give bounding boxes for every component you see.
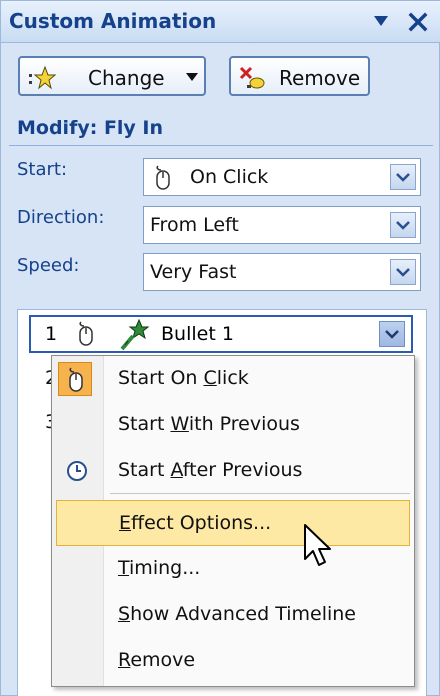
speed-dropdown-button[interactable] [390, 259, 416, 285]
divider [9, 145, 433, 146]
list-item[interactable]: 1 Bullet 1 [29, 315, 413, 353]
menu-item-effect-options[interactable]: Effect Options... [56, 500, 410, 546]
menu-item-accelerator: E [119, 512, 132, 534]
menu-item-label: ffect Options... [131, 512, 272, 534]
pane-menu-arrow-icon[interactable] [373, 15, 389, 27]
menu-item-label: iming... [129, 557, 201, 579]
direction-dropdown-button[interactable] [390, 212, 416, 238]
menu-item-start-on-click[interactable]: Start On Click [52, 356, 414, 402]
custom-animation-pane: Custom Animation Change Remove Modify: F… [0, 0, 440, 696]
chevron-down-icon [396, 173, 410, 182]
menu-item-label: lick [216, 367, 249, 389]
remove-button[interactable]: Remove [229, 56, 370, 96]
menu-item-timing[interactable]: Timing... [52, 546, 414, 592]
menu-item-label: Start [118, 413, 171, 435]
start-value: On Click [190, 166, 269, 188]
remove-effect-icon [239, 66, 265, 89]
menu-item-label: Start On [118, 367, 204, 389]
clock-icon [67, 461, 87, 481]
direction-dropdown[interactable]: From Left [143, 206, 421, 244]
close-icon[interactable] [407, 11, 429, 33]
chevron-down-icon [396, 221, 410, 230]
chevron-down-icon [186, 73, 198, 81]
menu-item-start-after-previous[interactable]: Start After Previous [52, 448, 414, 494]
menu-item-label: Start [118, 459, 171, 481]
change-button-label: Change [88, 66, 165, 90]
menu-item-label: how Advanced Timeline [130, 603, 356, 625]
menu-item-accelerator: T [118, 557, 130, 579]
fly-in-effect-icon [120, 319, 149, 351]
menu-item-label: emove [130, 649, 196, 671]
chevron-down-icon [396, 268, 410, 277]
mouse-click-icon [79, 321, 93, 346]
star-effect-icon [29, 65, 56, 90]
start-dropdown-button[interactable] [390, 164, 416, 190]
mouse-cursor-icon [304, 524, 331, 566]
menu-item-label: ith Previous [188, 413, 300, 435]
menu-item-start-with-previous[interactable]: Start With Previous [52, 402, 414, 448]
menu-item-accelerator: W [170, 413, 189, 435]
pane-title: Custom Animation [9, 9, 217, 33]
menu-item-accelerator: R [118, 649, 131, 671]
speed-value: Very Fast [150, 261, 237, 283]
list-item-name: Bullet 1 [161, 323, 234, 345]
item-context-menu: Start On Click Start With Previous Start… [51, 355, 415, 687]
checked-mouse-icon [58, 362, 92, 396]
start-label: Start: [17, 159, 68, 180]
item-menu-button[interactable] [379, 321, 405, 347]
menu-item-accelerator: S [118, 603, 131, 625]
menu-item-accelerator: A [170, 459, 183, 481]
menu-item-show-advanced-timeline[interactable]: Show Advanced Timeline [52, 592, 414, 638]
speed-label: Speed: [17, 255, 80, 276]
chevron-down-icon [385, 330, 399, 339]
direction-label: Direction: [17, 207, 105, 228]
menu-separator [110, 493, 410, 494]
menu-item-remove[interactable]: Remove [52, 638, 414, 684]
modify-heading: Modify: Fly In [17, 117, 164, 139]
menu-item-accelerator: C [203, 367, 217, 389]
list-item-number: 1 [45, 323, 58, 345]
speed-dropdown[interactable]: Very Fast [143, 253, 421, 291]
menu-item-label: fter Previous [182, 459, 303, 481]
direction-value: From Left [150, 214, 239, 236]
mouse-click-icon [156, 165, 170, 190]
pane-titlebar: Custom Animation [1, 1, 440, 43]
change-button[interactable]: Change [18, 56, 206, 96]
remove-button-label: Remove [279, 66, 361, 90]
start-dropdown[interactable]: On Click [143, 158, 421, 196]
